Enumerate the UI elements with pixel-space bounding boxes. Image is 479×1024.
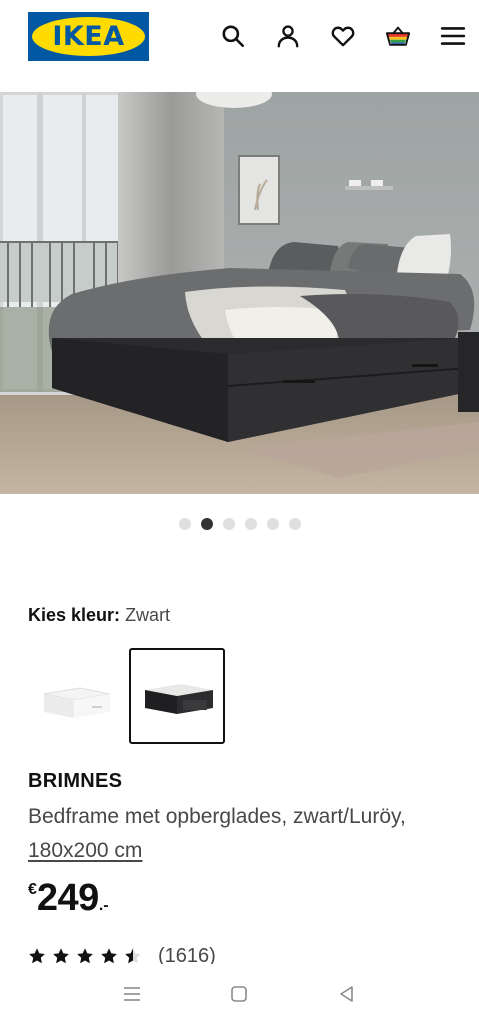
carousel-dot[interactable] [288, 518, 301, 530]
logo-text: IKEA [52, 21, 125, 52]
carousel-dot[interactable] [266, 518, 279, 530]
color-swatch-white[interactable] [28, 648, 124, 744]
carousel-dot[interactable] [222, 518, 235, 530]
carousel-dot-active[interactable] [200, 518, 213, 530]
user-icon[interactable] [273, 20, 303, 52]
price-decimal: .- [98, 897, 109, 914]
basket-icon[interactable] [383, 20, 413, 52]
search-icon[interactable] [218, 20, 248, 52]
carousel-dot[interactable] [178, 518, 191, 530]
product-description: Bedframe met opberglades, zwart/Luröy, [28, 805, 406, 828]
product-price: € 249 .- [28, 876, 109, 922]
back-icon[interactable] [327, 974, 367, 1014]
color-swatch-black[interactable] [129, 648, 225, 744]
product-size-link[interactable]: 180x200 cm [28, 839, 142, 862]
star-full-icon [101, 948, 117, 964]
star-full-icon [53, 948, 69, 964]
heart-icon[interactable] [328, 20, 358, 52]
color-selected-value: Zwart [125, 605, 171, 625]
star-full-icon [29, 948, 45, 964]
price-currency: € [28, 881, 37, 898]
header-bar: IKEA [0, 0, 479, 82]
product-image[interactable] [0, 92, 479, 494]
carousel-dot[interactable] [244, 518, 257, 530]
recent-apps-icon[interactable] [112, 974, 152, 1014]
color-label: Kies kleur: Zwart [28, 605, 170, 626]
rating-stars [28, 947, 142, 965]
product-description-block: Bedframe met opberglades, zwart/Luröy, 1… [28, 800, 468, 868]
system-nav-bar [0, 964, 479, 1024]
home-icon[interactable] [219, 974, 259, 1014]
price-integer: 249 [36, 877, 99, 919]
color-label-title: Kies kleur: [28, 605, 121, 625]
ikea-logo[interactable]: IKEA [28, 12, 149, 61]
carousel-dots [0, 518, 479, 530]
star-full-icon [77, 948, 93, 964]
product-name: BRIMNES [28, 770, 123, 792]
star-half-icon [125, 948, 141, 964]
menu-icon[interactable] [438, 20, 468, 52]
